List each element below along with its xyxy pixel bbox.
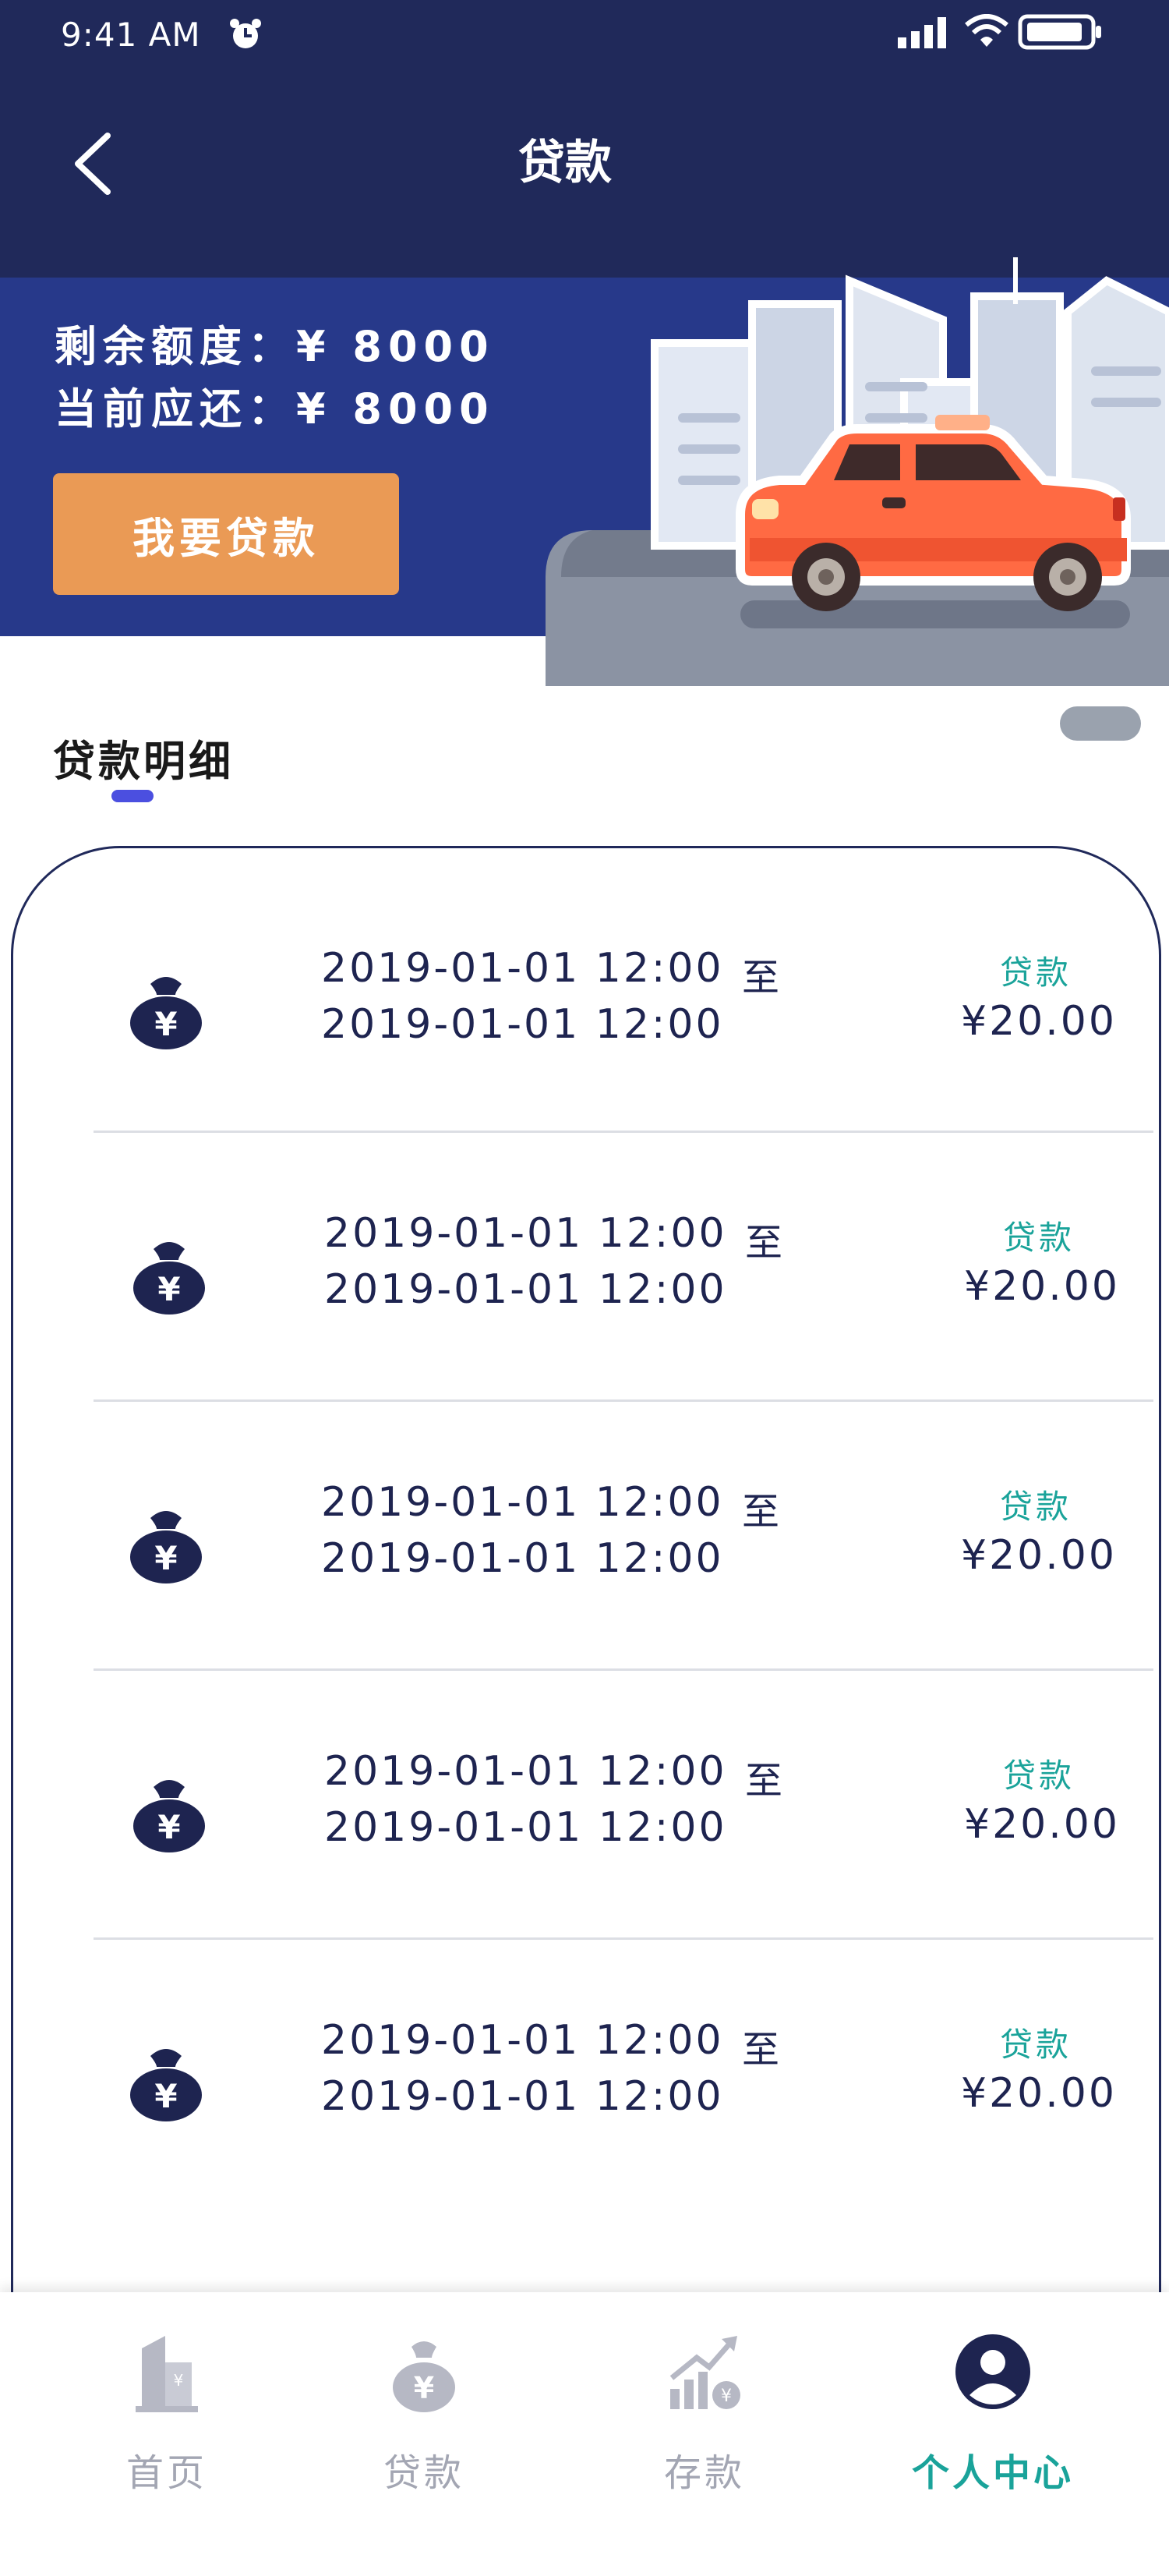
growth-chart-icon: ¥ xyxy=(669,2336,740,2409)
section-title: 贷款明细 xyxy=(53,737,234,786)
record-type-label: 贷款 xyxy=(1003,1757,1075,1795)
svg-text:¥: ¥ xyxy=(154,1539,177,1577)
row-divider xyxy=(94,1668,1153,1671)
user-icon xyxy=(955,2334,1030,2409)
record-end-time: 2019-01-01 12:00 xyxy=(321,2073,724,2120)
loan-records-card xyxy=(11,846,1161,2405)
record-amount: ¥20.00 xyxy=(961,2070,1117,2117)
record-to-label: 至 xyxy=(742,1490,780,1534)
svg-text:¥: ¥ xyxy=(154,1005,177,1043)
record-type-label: 贷款 xyxy=(1000,954,1072,992)
record-end-time: 2019-01-01 12:00 xyxy=(321,1535,724,1582)
record-start-time: 2019-01-01 12:00 xyxy=(324,1210,727,1257)
record-end-time: 2019-01-01 12:00 xyxy=(324,1266,727,1313)
record-start-time: 2019-01-01 12:00 xyxy=(321,2017,724,2064)
record-type-label: 贷款 xyxy=(1000,1488,1072,1526)
tab-home[interactable]: ¥ 首页 xyxy=(65,2331,268,2526)
row-divider xyxy=(94,1937,1153,1940)
row-divider xyxy=(94,1399,1153,1402)
status-time: 9:41 AM xyxy=(61,16,201,54)
record-start-time: 2019-01-01 12:00 xyxy=(321,945,724,992)
remaining-quota: 剩余额度：¥ 8000 xyxy=(55,322,495,371)
tab-profile[interactable]: 个人中心 xyxy=(892,2331,1094,2526)
money-bag-icon: ¥ xyxy=(133,1780,205,1852)
current-due: 当前应还：¥ 8000 xyxy=(55,384,495,433)
alarm-icon xyxy=(230,19,261,48)
city-car-illustration xyxy=(546,257,1169,686)
battery-icon xyxy=(1018,14,1101,50)
tab-loan[interactable]: ¥ 贷款 xyxy=(323,2331,525,2526)
tab-label-home: 首页 xyxy=(125,2451,207,2495)
record-amount: ¥20.00 xyxy=(964,1263,1120,1310)
record-type-label: 贷款 xyxy=(1003,1219,1075,1257)
record-end-time: 2019-01-01 12:00 xyxy=(324,1804,727,1851)
svg-text:¥: ¥ xyxy=(157,1808,180,1846)
record-amount: ¥20.00 xyxy=(961,1532,1117,1579)
record-to-label: 至 xyxy=(745,1221,783,1265)
money-bag-icon: ¥ xyxy=(393,2341,455,2412)
svg-text:¥: ¥ xyxy=(414,2371,434,2405)
record-amount: ¥20.00 xyxy=(964,1801,1120,1848)
building-icon: ¥ xyxy=(136,2336,198,2412)
svg-text:¥: ¥ xyxy=(154,2077,177,2115)
svg-text:¥: ¥ xyxy=(174,2371,184,2390)
record-amount: ¥20.00 xyxy=(961,998,1117,1045)
row-divider xyxy=(94,1131,1153,1133)
record-to-label: 至 xyxy=(745,1759,783,1803)
record-end-time: 2019-01-01 12:00 xyxy=(321,1001,724,1048)
tab-deposit[interactable]: ¥ 存款 xyxy=(603,2331,806,2526)
money-bag-icon: ¥ xyxy=(130,977,202,1049)
apply-loan-button[interactable]: 我要贷款 xyxy=(53,473,399,595)
wifi-icon xyxy=(965,14,1008,47)
scroll-indicator xyxy=(1060,706,1141,741)
money-bag-icon: ¥ xyxy=(130,2049,202,2121)
record-start-time: 2019-01-01 12:00 xyxy=(324,1748,727,1795)
svg-text:¥: ¥ xyxy=(721,2387,732,2406)
record-start-time: 2019-01-01 12:00 xyxy=(321,1479,724,1526)
page-title: 贷款 xyxy=(518,136,612,190)
section-underline xyxy=(111,790,154,802)
tab-label-profile: 个人中心 xyxy=(911,2451,1074,2495)
tab-label-loan: 贷款 xyxy=(383,2451,464,2495)
money-bag-icon: ¥ xyxy=(133,1242,205,1315)
tab-label-deposit: 存款 xyxy=(663,2451,745,2495)
record-to-label: 至 xyxy=(742,956,780,1000)
money-bag-icon: ¥ xyxy=(130,1511,202,1583)
record-to-label: 至 xyxy=(742,2028,780,2072)
record-type-label: 贷款 xyxy=(1000,2026,1072,2064)
svg-text:¥: ¥ xyxy=(157,1270,180,1308)
signal-icon xyxy=(898,17,946,48)
